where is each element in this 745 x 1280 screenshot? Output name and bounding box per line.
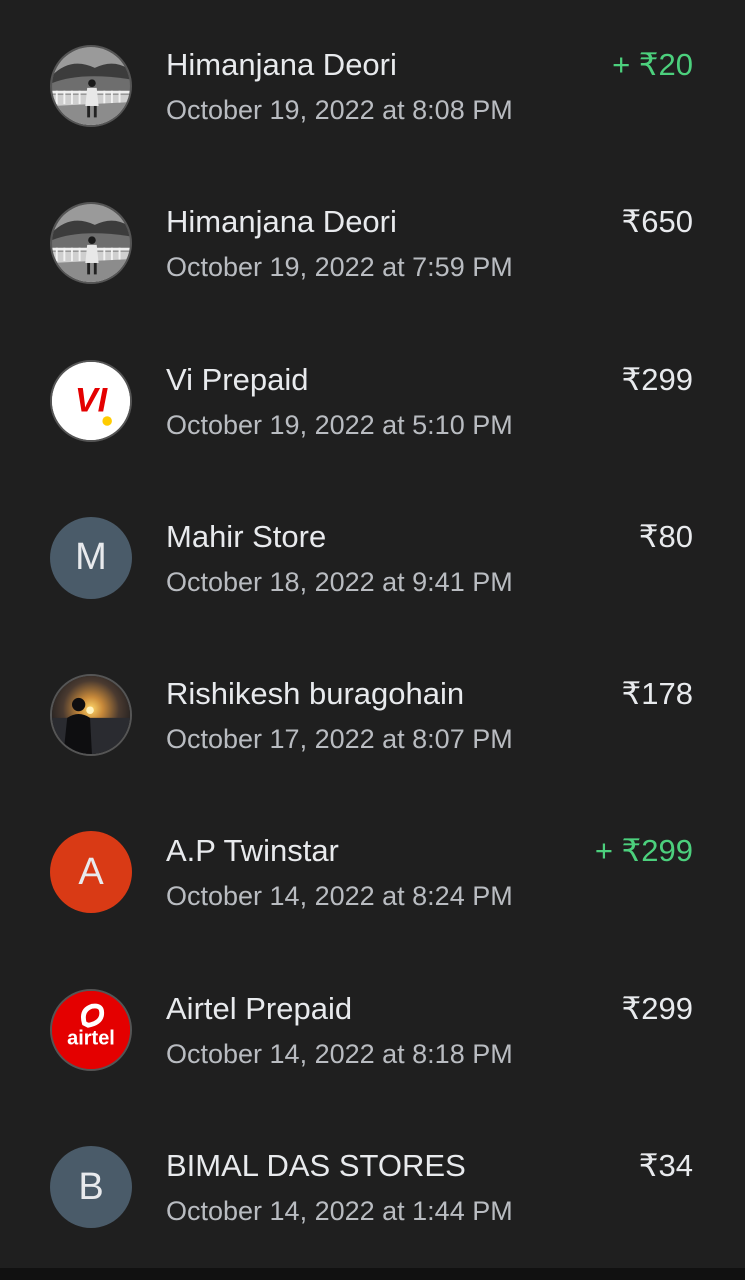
transaction-amount: ₹178 [621, 676, 693, 712]
transaction-amount: ₹80 [638, 518, 693, 554]
transaction-list: Himanjana Deori October 19, 2022 at 8:08… [0, 0, 745, 1268]
transaction-row[interactable]: Rishikesh buragohain October 17, 2022 at… [0, 629, 745, 786]
transaction-amount: ₹34 [638, 1148, 693, 1184]
letter-avatar: M [50, 516, 132, 599]
transaction-amount: ₹299 [621, 361, 693, 397]
bottom-edge-bar [0, 1268, 745, 1280]
transaction-amount: ₹299 [621, 990, 693, 1026]
letter-avatar: B [50, 1146, 132, 1229]
svg-text:VI: VI [75, 381, 109, 419]
person-bridge-photo-icon [50, 202, 132, 285]
avatar-letter: A [78, 850, 104, 893]
transaction-amount: + ₹20 [612, 47, 693, 82]
avatar-letter: B [78, 1165, 104, 1208]
letter-avatar: A [50, 831, 132, 914]
transaction-row[interactable]: M Mahir Store October 18, 2022 at 9:41 P… [0, 472, 745, 629]
svg-text:airtel: airtel [67, 1027, 115, 1049]
transaction-date: October 19, 2022 at 7:59 PM [166, 252, 513, 283]
transaction-amount: + ₹299 [594, 833, 693, 869]
transaction-row[interactable]: B BIMAL DAS STORES October 14, 2022 at 1… [0, 1101, 745, 1258]
transaction-name: Himanjana Deori [166, 204, 397, 240]
transaction-row[interactable]: VI Vi Prepaid October 19, 2022 at 5:10 P… [0, 315, 745, 472]
transaction-name: Mahir Store [166, 518, 327, 554]
transaction-row[interactable]: Himanjana Deori October 19, 2022 at 8:08… [0, 0, 745, 157]
person-bridge-photo-icon [50, 45, 132, 127]
transaction-date: October 14, 2022 at 8:24 PM [166, 881, 513, 912]
avatar-letter: M [75, 536, 107, 579]
transaction-row[interactable]: Himanjana Deori October 19, 2022 at 7:59… [0, 157, 745, 314]
transaction-name: Rishikesh buragohain [166, 676, 465, 712]
transaction-date: October 14, 2022 at 1:44 PM [166, 1196, 513, 1227]
vi-logo-icon: VI [50, 359, 132, 442]
transaction-name: A.P Twinstar [166, 833, 339, 869]
transaction-name: BIMAL DAS STORES [166, 1148, 466, 1184]
transaction-amount: ₹650 [621, 204, 693, 240]
transaction-date: October 19, 2022 at 8:08 PM [166, 95, 513, 125]
transaction-row[interactable]: airtel Airtel Prepaid October 14, 2022 a… [0, 944, 745, 1101]
sunset-person-photo-icon [50, 674, 132, 757]
transaction-name: Airtel Prepaid [166, 990, 353, 1026]
transaction-name: Vi Prepaid [166, 361, 309, 397]
transaction-row[interactable]: A A.P Twinstar October 14, 2022 at 8:24 … [0, 786, 745, 943]
transaction-date: October 19, 2022 at 5:10 PM [166, 409, 513, 440]
airtel-logo-icon: airtel [50, 988, 132, 1071]
transaction-name: Himanjana Deori [166, 47, 397, 82]
transaction-date: October 18, 2022 at 9:41 PM [166, 566, 513, 597]
transaction-date: October 14, 2022 at 8:18 PM [166, 1038, 513, 1069]
transaction-date: October 17, 2022 at 8:07 PM [166, 724, 513, 755]
